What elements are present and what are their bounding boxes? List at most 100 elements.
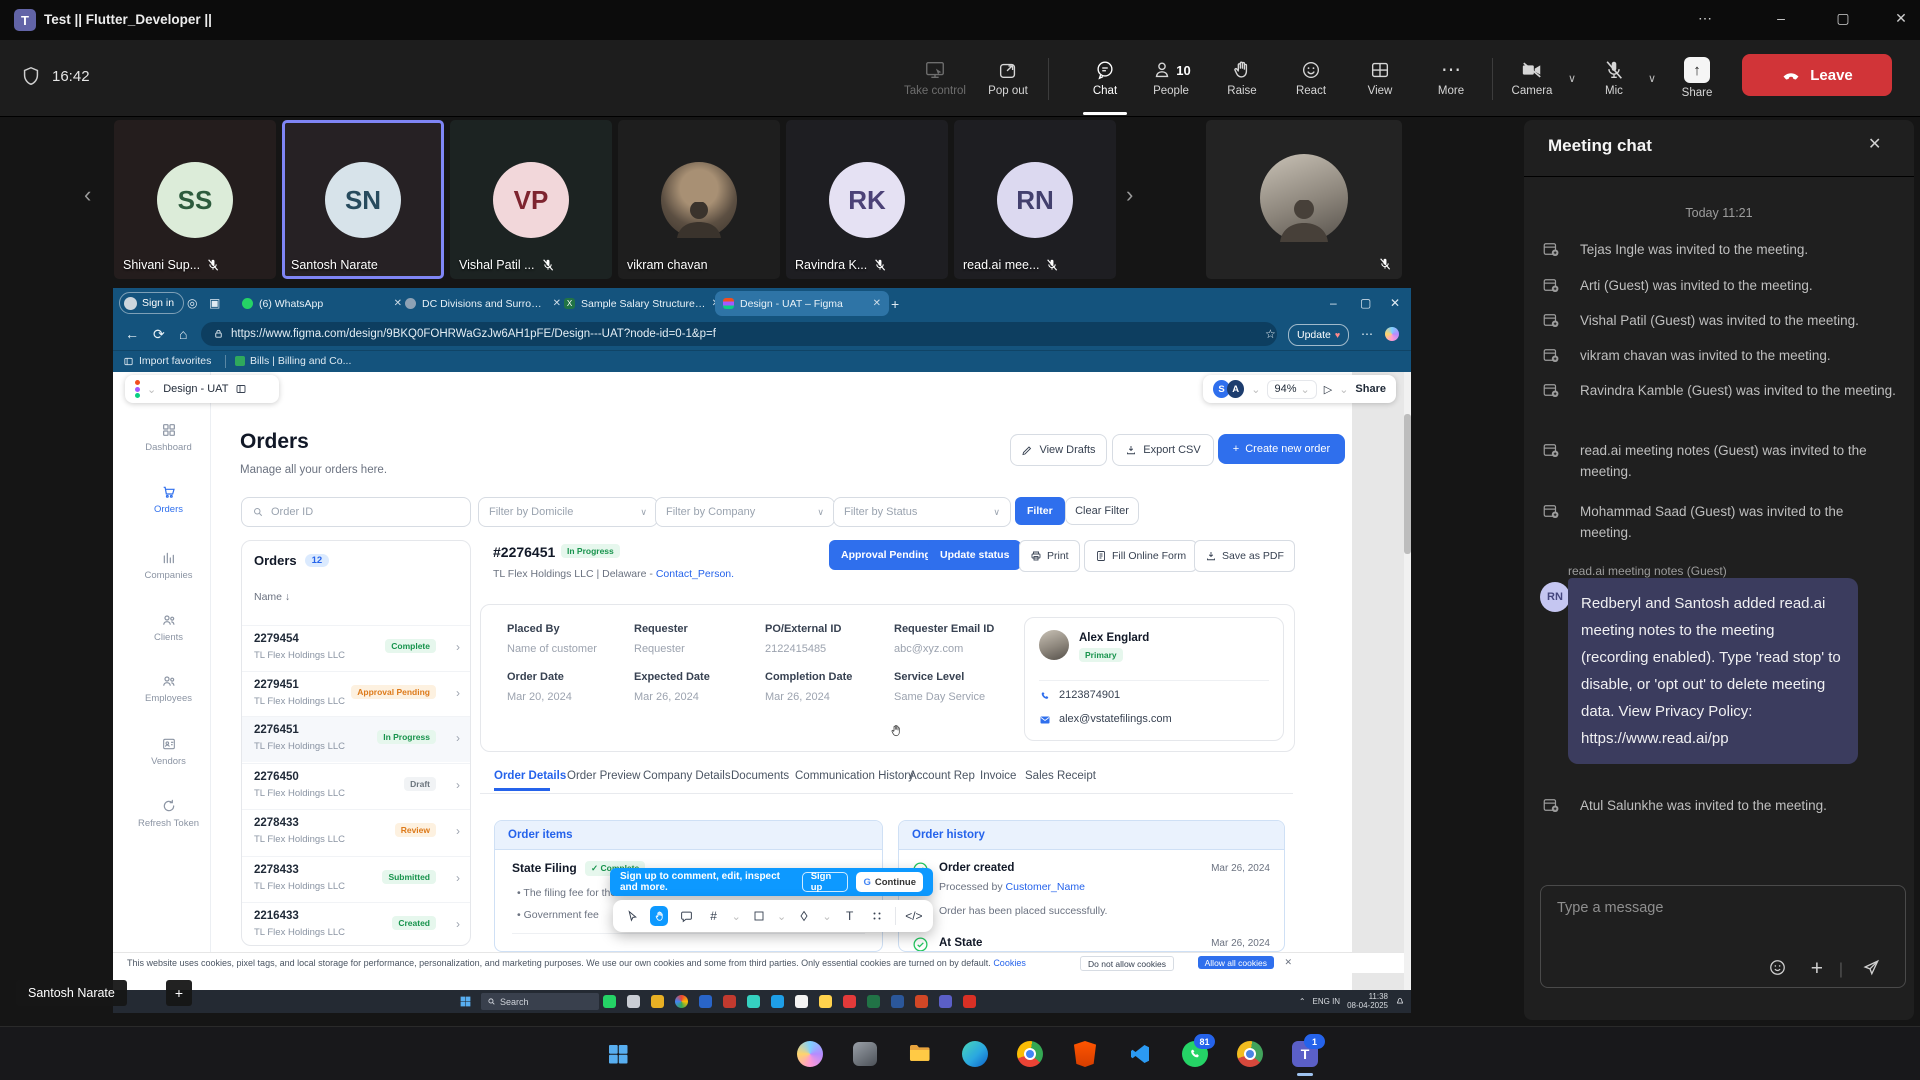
name-column-header[interactable]: Name ↓ [254,591,290,603]
layout-icon[interactable] [235,383,247,395]
shape-tool-icon[interactable] [750,906,768,926]
order-row[interactable]: 2276450TL Flex Holdings LLC Draft› [242,763,470,809]
participant-tile-speaking[interactable]: SN Santosh Narate [282,120,444,279]
participant-tile[interactable]: vikram chavan [618,120,780,279]
sidebar-item-orders[interactable]: Orders [127,484,210,515]
allow-cookies-button[interactable]: Allow all cookies [1198,956,1274,969]
strip-scroll-left-icon[interactable]: ‹ [84,182,91,208]
participant-tile[interactable]: SS Shivani Sup... [114,120,276,279]
camera-button[interactable]: Camera [1500,47,1564,109]
browser-minimize-icon[interactable]: – [1330,296,1337,310]
participant-tile[interactable] [1206,120,1402,279]
window-close-icon[interactable]: ✕ [1888,10,1914,27]
participant-tile[interactable]: RN read.ai mee... [954,120,1116,279]
browser-tab[interactable]: X Sample Salary Structure with calc✕ [556,291,728,316]
more-button[interactable]: ⋯ More [1415,47,1487,109]
sidebar-item-dashboard[interactable]: Dashboard [127,422,210,453]
tab-order-details[interactable]: Order Details [494,770,566,782]
chevron-down-icon[interactable]: ⌄ [732,910,741,923]
collaborator-avatar[interactable]: A [1227,380,1244,398]
remote-system-tray[interactable]: ⌃ ENG IN 11:3808-04-2025 [1299,992,1405,1010]
sidebar-item-employees[interactable]: Employees [127,673,210,704]
favorites-star-icon[interactable]: ☆ [1265,326,1276,342]
order-row[interactable]: 2279454TL Flex Holdings LLC Complete› [242,625,470,671]
text-tool-icon[interactable]: T [841,906,859,926]
sidebar-item-clients[interactable]: Clients [127,612,210,643]
refresh-icon[interactable]: ⟳ [153,326,165,342]
participant-tile[interactable]: VP Vishal Patil ... [450,120,612,279]
figma-file-name[interactable]: Design - UAT [163,383,228,395]
taskbar-chrome-profile-icon[interactable] [1228,1032,1272,1076]
tab-close-icon[interactable]: ✕ [873,298,881,309]
taskbar-teams-icon[interactable]: T 1 [1283,1032,1327,1076]
dev-mode-icon[interactable]: </> [905,906,923,926]
filter-domicile-select[interactable]: Filter by Domicile∨ [478,497,658,527]
filter-status-select[interactable]: Filter by Status∨ [833,497,1011,527]
presenter-add-button[interactable]: + [166,980,192,1006]
browser-tab-actions-icon[interactable]: ▣ [209,296,220,310]
attach-plus-icon[interactable]: + [1811,957,1823,981]
browser-close-icon[interactable]: ✕ [1390,296,1400,310]
browser-tab[interactable]: (6) WhatsApp✕ [234,291,410,316]
order-id-search-input[interactable]: Order ID [241,497,471,527]
filter-company-select[interactable]: Filter by Company∨ [655,497,835,527]
remote-search-box[interactable]: Search [481,993,599,1010]
raise-button[interactable]: Raise [1206,47,1278,109]
pop-out-button[interactable]: Pop out [972,47,1044,109]
chevron-down-icon[interactable]: ⌄ [1339,383,1348,396]
google-continue-button[interactable]: GContinue [856,872,923,892]
sidebar-item-vendors[interactable]: Vendors [127,736,210,767]
remote-start-icon[interactable] [459,995,472,1008]
frame-tool-icon[interactable]: # [704,906,722,926]
present-icon[interactable]: ▷ [1324,383,1332,396]
sidebar-item-companies[interactable]: Companies [127,550,210,581]
notification-icon[interactable] [1395,996,1405,1006]
send-icon[interactable] [1861,957,1881,977]
taskbar-whatsapp-icon[interactable]: 81 [1173,1032,1217,1076]
contact-person-link[interactable]: Contact_Person. [656,568,734,580]
fill-online-form-button[interactable]: Fill Online Form [1084,540,1197,572]
move-tool-icon[interactable] [623,906,641,926]
create-new-order-button[interactable]: + Create new order [1218,434,1345,464]
taskbar-file-explorer-icon[interactable] [898,1032,942,1076]
approval-pending-button[interactable]: Approval Pending [829,540,943,570]
filter-button[interactable]: Filter [1015,497,1065,525]
order-row-selected[interactable]: 2276451TL Flex Holdings LLC In Progress› [242,716,470,762]
leave-button[interactable]: Leave [1742,54,1892,96]
browser-tab-active[interactable]: Design - UAT – Figma✕ [715,291,889,316]
react-button[interactable]: React [1275,47,1347,109]
mic-chevron-icon[interactable]: ∨ [1648,72,1656,85]
tab-documents[interactable]: Documents [731,770,789,782]
taskbar-app-icon[interactable] [843,1032,887,1076]
tab-sales-receipt[interactable]: Sales Receipt [1025,770,1096,782]
share-button[interactable]: ↑ Share [1664,47,1730,109]
window-minimize-icon[interactable]: – [1768,10,1794,26]
zoom-control[interactable]: 94%⌄ [1267,380,1316,399]
tray-chevron-icon[interactable]: ⌃ [1299,997,1306,1006]
participant-tile[interactable]: RK Ravindra K... [786,120,948,279]
resources-tool-icon[interactable] [868,906,886,926]
clear-filter-button[interactable]: Clear Filter [1065,497,1139,525]
browser-workspaces-icon[interactable]: ◎ [187,296,197,310]
bookmark-import-favorites[interactable]: Import favorites [123,355,211,367]
camera-chevron-icon[interactable]: ∨ [1568,72,1576,85]
order-row[interactable]: 2279451TL Flex Holdings LLC Approval Pen… [242,671,470,717]
home-icon[interactable]: ⌂ [179,326,187,342]
contact-phone[interactable]: 2123874901 [1059,689,1120,701]
order-row[interactable]: 2278433TL Flex Holdings LLC Review› [242,809,470,855]
comment-tool-icon[interactable] [677,906,695,926]
taskbar-edge-icon[interactable] [953,1032,997,1076]
taskbar-vscode-icon[interactable] [1118,1032,1162,1076]
figma-signup-button[interactable]: Sign up [802,872,849,892]
figma-share-button[interactable]: Share [1355,383,1386,395]
browser-signin-button[interactable]: Sign in [119,292,184,314]
save-as-pdf-button[interactable]: Save as PDF [1194,540,1295,572]
deny-cookies-button[interactable]: Do not allow cookies [1080,956,1174,971]
new-tab-icon[interactable]: + [891,296,899,312]
order-row[interactable]: 2278433TL Flex Holdings LLC Submitted› [242,856,470,902]
copilot-icon[interactable] [1385,327,1399,341]
browser-tab[interactable]: DC Divisions and Surroundings✕ [397,291,569,316]
strip-scroll-right-icon[interactable]: › [1126,182,1133,208]
figma-logo-icon[interactable] [135,380,140,398]
browser-scrollbar-thumb[interactable] [1404,414,1411,554]
